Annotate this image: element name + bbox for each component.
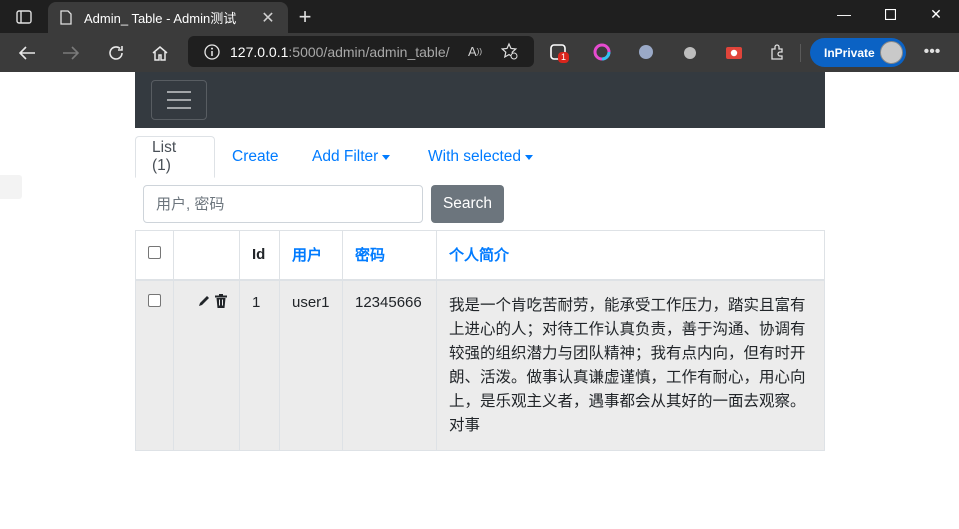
url-path: :5000/admin/admin_table/ [288, 43, 450, 60]
search-button[interactable]: Search [431, 185, 504, 223]
header-id-label: Id [252, 246, 266, 264]
new-tab-icon[interactable]: + [293, 4, 317, 29]
admin-navbar [135, 72, 825, 128]
url-host: 127.0.0.1 [230, 43, 289, 60]
drop-extension-icon[interactable] [678, 40, 702, 64]
row-select-cell [135, 279, 174, 451]
search-input[interactable] [143, 185, 423, 223]
window-close-icon[interactable]: ✕ [913, 0, 959, 28]
select-all-checkbox[interactable] [148, 246, 161, 260]
browser-titlebar: Admin_ Table - Admin测试 ✕ + — ✕ [0, 0, 959, 33]
url-text: 127.0.0.1:5000/admin/admin_table/ [230, 44, 450, 60]
extension-badge: 1 [558, 52, 570, 63]
refresh-icon[interactable] [101, 38, 131, 68]
extension-icon[interactable]: 1 [546, 40, 570, 64]
tab-create[interactable]: Create [216, 136, 295, 178]
address-bar[interactable]: 127.0.0.1:5000/admin/admin_table/ A)) [188, 36, 534, 67]
tab-close-icon[interactable]: ✕ [258, 8, 278, 28]
row-checkbox[interactable] [148, 293, 161, 307]
cell-id: 1 [239, 279, 280, 451]
tab-with-selected[interactable]: With selected [412, 136, 549, 178]
chevron-down-icon [525, 154, 534, 160]
tab-with-selected-label: With selected [428, 148, 522, 165]
column-header-bio[interactable]: 个人简介 [436, 230, 825, 281]
color-extension-icon[interactable] [590, 40, 614, 64]
actions-header [173, 230, 240, 281]
page-icon [58, 10, 74, 26]
back-icon[interactable] [12, 38, 42, 68]
tab-create-label: Create [232, 148, 279, 165]
chevron-down-icon [382, 154, 391, 160]
column-header-id: Id [239, 230, 280, 281]
sort-bio-link[interactable]: 个人简介 [449, 247, 509, 264]
table-header-row: Id 用户 密码 个人简介 [135, 230, 825, 281]
table-row: 1 user1 12345666 我是一个肯吃苦耐劳，能承受工作压力，踏实且富有… [135, 279, 825, 451]
site-info-icon[interactable] [198, 38, 226, 66]
toolbar-separator [800, 44, 801, 62]
forward-icon[interactable] [56, 38, 86, 68]
side-tab-handle[interactable] [0, 175, 22, 199]
tab-list-label: List (1) [152, 139, 177, 174]
home-icon[interactable] [145, 38, 175, 68]
cell-password: 12345666 [342, 279, 437, 451]
minimize-icon[interactable]: — [821, 0, 867, 28]
column-header-password[interactable]: 密码 [342, 230, 437, 281]
sort-user-link[interactable]: 用户 [292, 247, 322, 264]
browser-tab[interactable]: Admin_ Table - Admin测试 ✕ [48, 2, 288, 33]
add-favorite-icon[interactable] [498, 40, 520, 62]
inprivate-label: InPrivate [824, 45, 875, 60]
browser-toolbar: 127.0.0.1:5000/admin/admin_table/ A)) 1 … [0, 33, 959, 72]
read-aloud-icon[interactable]: A)) [464, 40, 486, 62]
row-actions-cell [173, 279, 240, 451]
tab-title: Admin_ Table - Admin测试 [84, 11, 237, 26]
data-table: Id 用户 密码 个人简介 1 user1 12345666 我是一个肯吃苦耐劳… [135, 230, 825, 451]
cell-bio: 我是一个肯吃苦耐劳，能承受工作压力，踏实且富有上进心的人；对待工作认真负责，善于… [436, 279, 825, 451]
edit-pencil-icon[interactable] [197, 294, 211, 312]
more-icon[interactable]: ••• [920, 40, 944, 64]
delete-trash-icon[interactable] [215, 293, 227, 312]
column-header-user[interactable]: 用户 [279, 230, 343, 281]
tab-list[interactable]: List (1) [135, 136, 215, 178]
camera-extension-icon[interactable] [722, 40, 746, 64]
cell-user: user1 [279, 279, 343, 451]
navbar-toggler-icon[interactable] [151, 80, 207, 120]
circle-extension-icon[interactable] [634, 40, 658, 64]
sort-password-link[interactable]: 密码 [355, 247, 385, 264]
select-all-cell [135, 230, 174, 281]
maximize-icon[interactable] [867, 0, 913, 28]
extensions-puzzle-icon[interactable] [766, 40, 790, 64]
tab-add-filter-label: Add Filter [312, 148, 379, 165]
inprivate-button[interactable]: InPrivate [810, 38, 906, 67]
tab-actions-icon[interactable] [8, 6, 40, 28]
tab-add-filter[interactable]: Add Filter [296, 136, 406, 178]
admin-tabs: List (1) Create Add Filter With selected [135, 136, 825, 178]
profile-avatar [880, 41, 903, 64]
